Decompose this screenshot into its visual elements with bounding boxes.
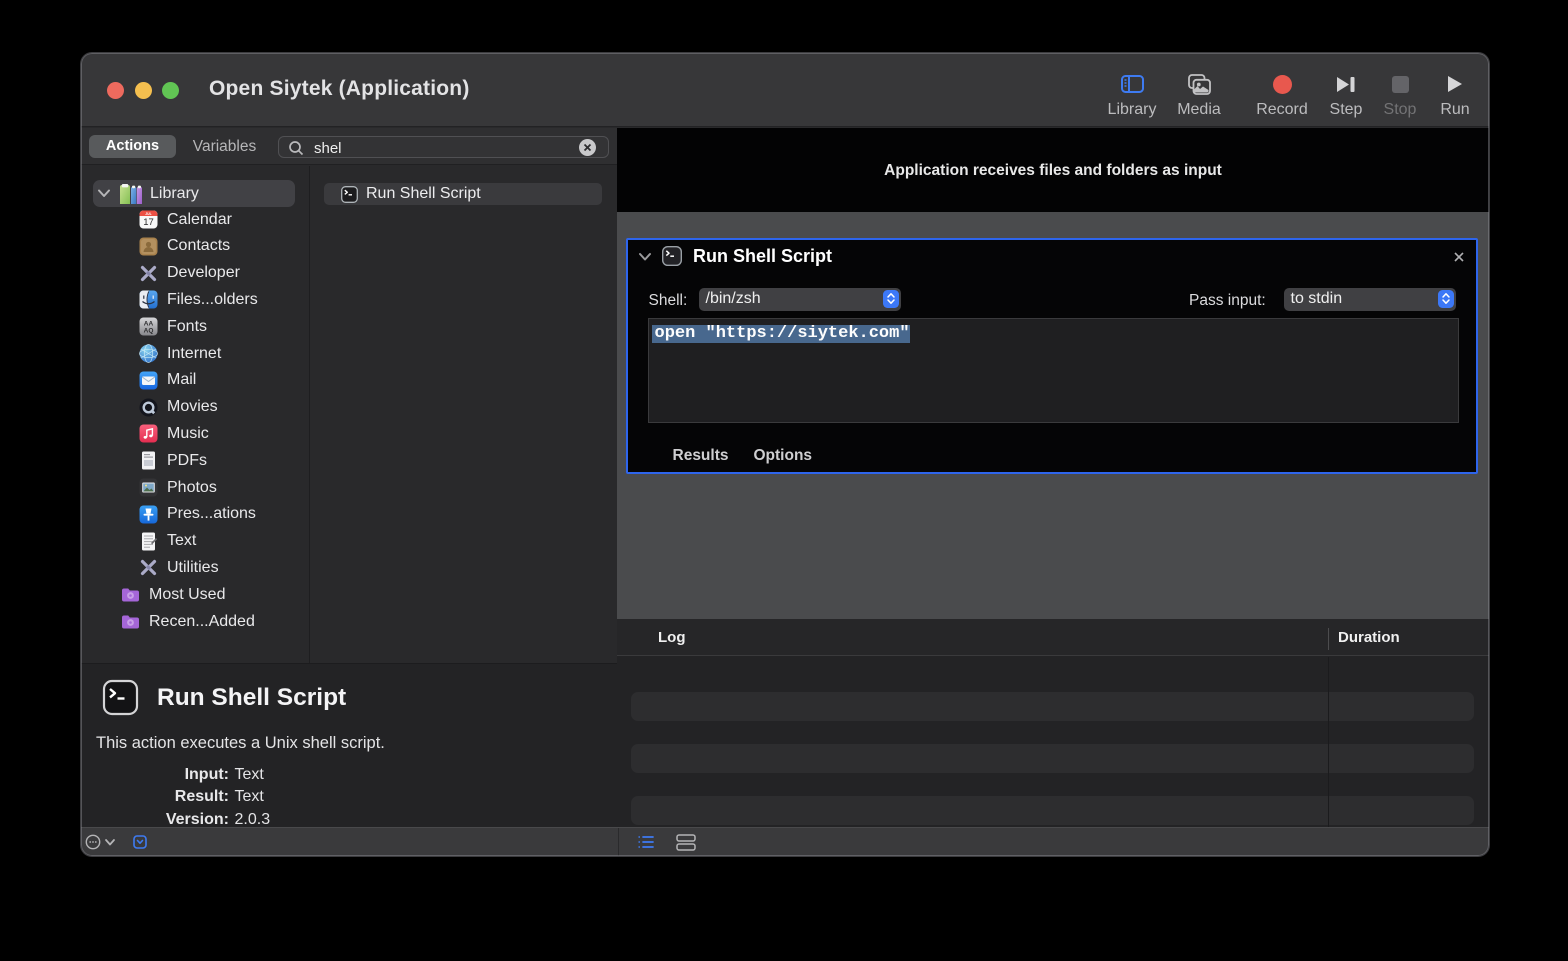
svg-text:AQ: AQ [144, 328, 154, 335]
svg-text:JUL: JUL [145, 212, 151, 216]
svg-text:17: 17 [143, 217, 154, 228]
svg-text:AA: AA [144, 321, 154, 328]
